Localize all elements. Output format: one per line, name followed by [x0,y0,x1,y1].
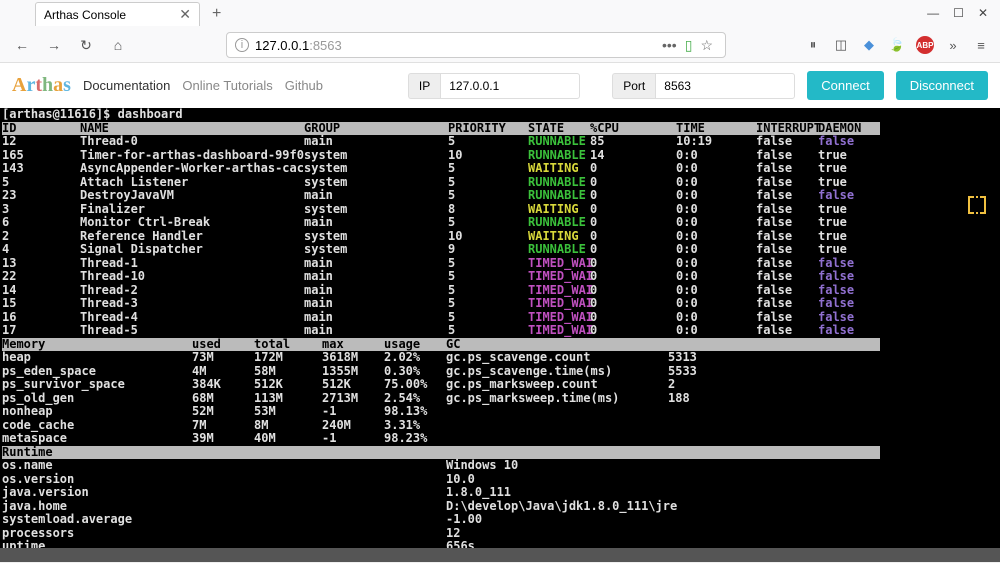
reload-button[interactable]: ↻ [74,33,98,57]
menu-icon[interactable]: ≡ [972,36,990,54]
command: dashboard [118,108,183,122]
window-close[interactable]: ✕ [978,6,988,20]
new-tab-button[interactable]: + [206,5,227,23]
memory-row: code_cache7M8M240M3.31% [2,419,998,433]
thread-row: 4Signal Dispatchersystem9RUNNABLE00:0fal… [2,243,998,257]
logo: Arthas [12,74,71,97]
bookmark-icon[interactable]: ☆ [700,37,713,54]
runtime-row: os.version10.0 [2,473,998,487]
memory-row: ps_eden_space4M58M1355M0.30%gc.ps_scaven… [2,365,998,379]
thread-row: 143AsyncAppender-Worker-arthas-cacsystem… [2,162,998,176]
ext-icon-1[interactable]: ◆ [860,36,878,54]
thread-row: 16Thread-4main5TIMED_WAI00:0falsefalse [2,311,998,325]
forward-button[interactable]: → [42,33,66,57]
reader-icon[interactable]: ▯ [685,37,693,54]
nav-documentation[interactable]: Documentation [83,78,170,93]
background-log [0,548,1000,562]
memory-row: metaspace39M40M-198.23% [2,432,998,446]
tab-title: Arthas Console [44,8,126,22]
memory-row: heap73M172M3618M2.02%gc.ps_scavenge.coun… [2,351,998,365]
runtime-header: Runtime [2,446,880,460]
port-input[interactable] [655,73,795,99]
thread-row: 14Thread-2main5TIMED_WAI00:0falsefalse [2,284,998,298]
terminal[interactable]: [arthas@11616]$ dashboard IDNAMEGROUPPRI… [0,108,1000,562]
runtime-row: os.nameWindows 10 [2,459,998,473]
port-label: Port [612,73,655,99]
thread-row: 5Attach Listenersystem5RUNNABLE00:0false… [2,176,998,190]
ip-label: IP [408,73,440,99]
window-minimize[interactable]: — [927,6,939,20]
thread-row: 165Timer-for-arthas-dashboard-99f0system… [2,149,998,163]
back-button[interactable]: ← [10,33,34,57]
memory-header: MemoryusedtotalmaxusageGC [2,338,880,352]
thread-row: 3Finalizersystem8WAITING00:0falsetrue [2,203,998,217]
runtime-row: systemload.average-1.00 [2,513,998,527]
close-icon[interactable]: ✕ [179,6,191,23]
ext-icon-2[interactable]: 🍃 [888,36,906,54]
library-icon[interactable]: ⏸ [804,36,822,54]
adblock-icon[interactable]: ABP [916,36,934,54]
thread-row: 6Monitor Ctrl-Breakmain5RUNNABLE00:0fals… [2,216,998,230]
ip-input[interactable] [440,73,580,99]
runtime-row: processors12 [2,527,998,541]
info-icon[interactable]: i [235,38,249,52]
prompt: [arthas@11616]$ [2,108,118,122]
connect-button[interactable]: Connect [807,71,883,100]
thread-row: 2Reference Handlersystem10WAITING00:0fal… [2,230,998,244]
thread-row: 22Thread-10main5TIMED_WAI00:0falsefalse [2,270,998,284]
nav-tutorials[interactable]: Online Tutorials [182,78,272,93]
address-bar[interactable]: i 127.0.0.1:8563 ••• ▯ ☆ [226,32,726,58]
thread-row: 23DestroyJavaVMmain5RUNNABLE00:0falsefal… [2,189,998,203]
capture-icon[interactable] [968,196,986,214]
runtime-row: java.homeD:\develop\Java\jdk1.8.0_111\jr… [2,500,998,514]
runtime-row: java.version1.8.0_111 [2,486,998,500]
nav-github[interactable]: Github [285,78,323,93]
home-button[interactable]: ⌂ [106,33,130,57]
memory-row: ps_survivor_space384K512K512K75.00%gc.ps… [2,378,998,392]
overflow-icon[interactable]: » [944,36,962,54]
thread-row: 17Thread-5main5TIMED_WAI00:0falsefalse [2,324,998,338]
app-header: Arthas Documentation Online Tutorials Gi… [0,63,1000,108]
browser-tab[interactable]: Arthas Console ✕ [35,2,200,26]
url-host: 127.0.0.1 [255,38,309,53]
url-port: :8563 [309,38,342,53]
memory-row: ps_old_gen68M113M2713M2.54%gc.ps_markswe… [2,392,998,406]
thread-row: 12Thread-0main5RUNNABLE8510:19falsefalse [2,135,998,149]
thread-row: 13Thread-1main5TIMED_WAI00:0falsefalse [2,257,998,271]
thread-header: IDNAMEGROUPPRIORITYSTATE%CPUTIMEINTERRUP… [2,122,880,136]
sidebar-icon[interactable]: ◫ [832,36,850,54]
window-maximize[interactable]: ☐ [953,6,964,20]
more-icon[interactable]: ••• [662,37,677,53]
memory-row: nonheap52M53M-198.13% [2,405,998,419]
thread-row: 15Thread-3main5TIMED_WAI00:0falsefalse [2,297,998,311]
disconnect-button[interactable]: Disconnect [896,71,988,100]
